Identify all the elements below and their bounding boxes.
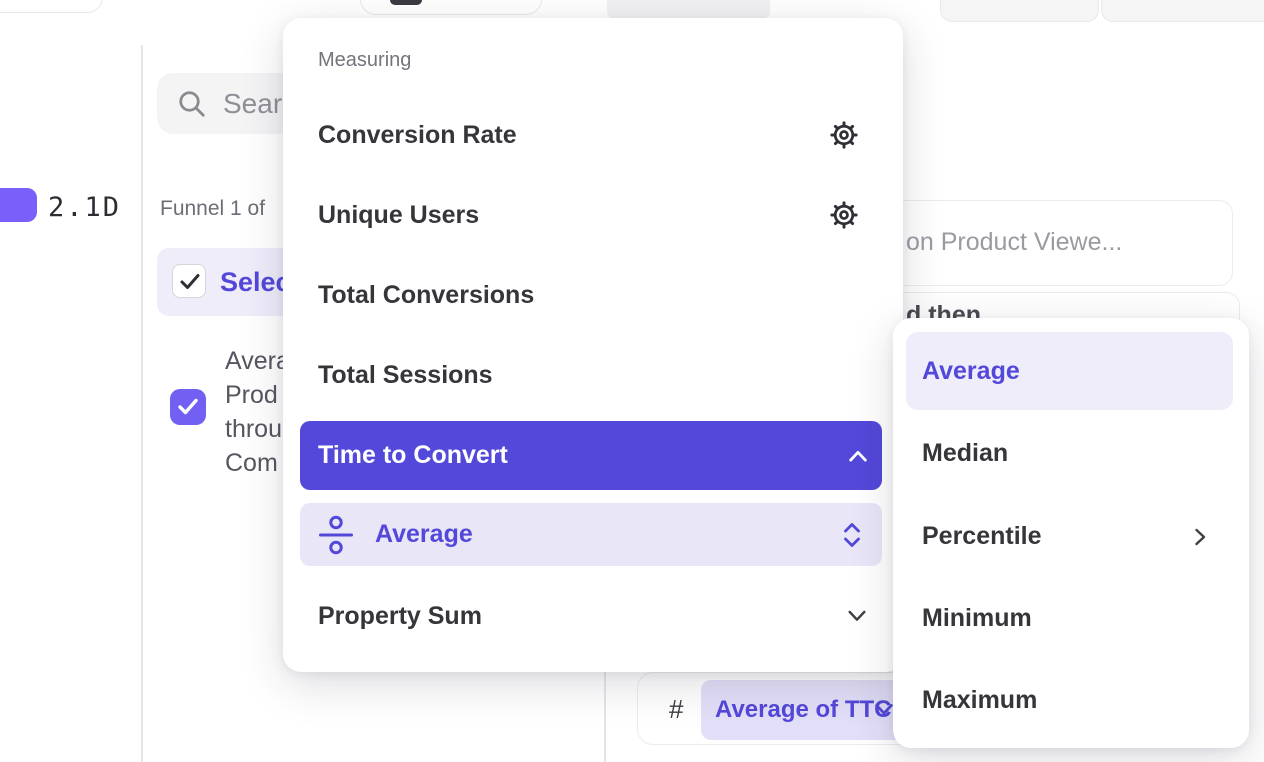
menu-item-property-sum[interactable]: Property Sum bbox=[283, 576, 903, 656]
submenu-item-label: Maximum bbox=[922, 665, 1037, 735]
checkmark-icon bbox=[176, 397, 200, 417]
submenu-item-label: Minimum bbox=[922, 583, 1032, 653]
legend-series-label[interactable]: 2.1D bbox=[48, 192, 121, 223]
step-desc-line: Com bbox=[225, 446, 290, 480]
step-desc-line: Avera bbox=[225, 344, 290, 378]
select-all-checkbox[interactable] bbox=[172, 264, 206, 298]
step-desc-line: Prod bbox=[225, 378, 290, 412]
left-column-divider bbox=[141, 45, 143, 762]
menu-item-label: Property Sum bbox=[318, 576, 482, 656]
menu-item-label: Total Conversions bbox=[318, 255, 534, 335]
menu-item-conversion-rate[interactable]: Conversion Rate bbox=[283, 95, 903, 175]
chevron-up-icon bbox=[847, 448, 869, 464]
submenu-item-label: Percentile bbox=[922, 501, 1042, 571]
chevron-down-icon bbox=[873, 702, 895, 718]
menu-item-label: Total Sessions bbox=[318, 335, 493, 415]
metric-aggregation-label: Average of TTC bbox=[715, 680, 891, 740]
app-screen: 2.1D Funnel 1 of Selec Avera Prod throu … bbox=[0, 0, 1264, 762]
numeric-type-label: # bbox=[669, 694, 683, 725]
chevron-up-down-icon bbox=[842, 520, 862, 550]
submenu-item-median[interactable]: Median bbox=[893, 418, 1249, 488]
submenu-item-label: Median bbox=[922, 418, 1008, 488]
top-toolbar-button-fragment[interactable] bbox=[360, 0, 542, 15]
submenu-item-percentile[interactable]: Percentile bbox=[893, 501, 1249, 571]
submenu-item-average[interactable]: Average bbox=[906, 332, 1233, 410]
average-icon bbox=[317, 515, 355, 555]
menu-item-time-to-convert[interactable]: Time to Convert bbox=[300, 421, 882, 490]
funnel-step-event-label: on Product Viewe... bbox=[906, 228, 1122, 257]
builder-column-divider bbox=[604, 672, 606, 762]
measuring-header: Measuring bbox=[318, 49, 411, 72]
gear-icon[interactable] bbox=[829, 200, 859, 230]
checkmark-icon bbox=[178, 271, 202, 293]
chevron-down-icon bbox=[846, 608, 868, 624]
top-left-card-fragment bbox=[0, 0, 103, 13]
top-right-tab-left[interactable] bbox=[940, 0, 1099, 22]
gear-icon[interactable] bbox=[829, 120, 859, 150]
funnel-count-label: Funnel 1 of bbox=[160, 197, 265, 221]
top-right-tab-right[interactable] bbox=[1101, 0, 1264, 22]
select-all-label: Selec bbox=[220, 248, 291, 316]
submenu-item-maximum[interactable]: Maximum bbox=[893, 665, 1249, 735]
legend-series-swatch[interactable] bbox=[0, 188, 37, 222]
search-icon bbox=[177, 89, 207, 119]
top-gray-segment[interactable] bbox=[607, 0, 770, 18]
metric-step-description: Avera Prod throu Com bbox=[225, 344, 290, 480]
submenu-item-label: Average bbox=[922, 332, 1020, 410]
menu-item-ttc-aggregation[interactable]: Average bbox=[300, 503, 882, 566]
metric-step-checkbox[interactable] bbox=[170, 389, 206, 425]
menu-item-label: Conversion Rate bbox=[318, 95, 517, 175]
submenu-item-minimum[interactable]: Minimum bbox=[893, 583, 1249, 653]
menu-item-label: Unique Users bbox=[318, 175, 479, 255]
menu-item-label: Average bbox=[375, 503, 473, 566]
metric-aggregation-pill[interactable]: Average of TTC bbox=[701, 680, 919, 740]
menu-item-total-conversions[interactable]: Total Conversions bbox=[283, 255, 903, 335]
select-all-row[interactable]: Selec bbox=[157, 248, 302, 316]
aggregation-submenu-panel: Average Median Percentile Minimum Maximu… bbox=[893, 318, 1249, 748]
menu-item-total-sessions[interactable]: Total Sessions bbox=[283, 335, 903, 415]
step-desc-line: throu bbox=[225, 412, 290, 446]
measuring-dropdown-panel: Measuring Conversion Rate Unique Users bbox=[283, 18, 903, 672]
chevron-right-icon bbox=[1193, 527, 1207, 547]
toolbar-glyph-icon bbox=[390, 0, 422, 5]
menu-item-label: Time to Convert bbox=[318, 421, 508, 490]
menu-item-unique-users[interactable]: Unique Users bbox=[283, 175, 903, 255]
